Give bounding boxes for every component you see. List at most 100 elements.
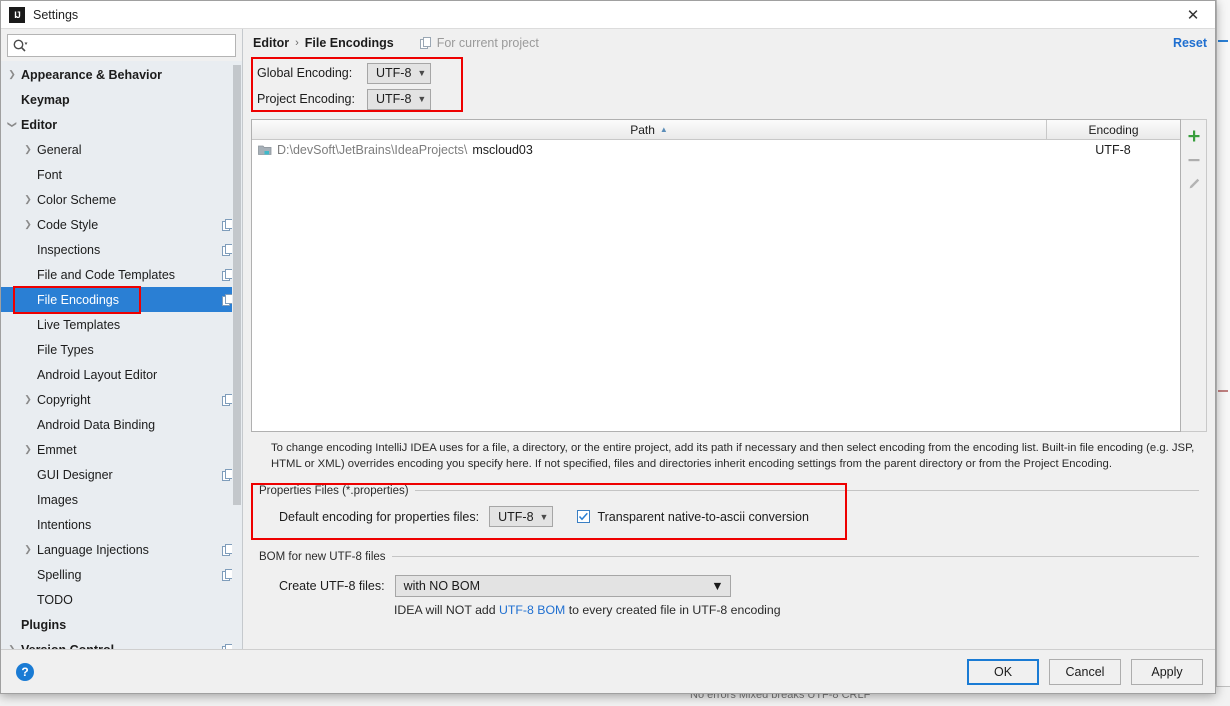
sidebar-item-intentions[interactable]: Intentions (1, 512, 242, 537)
sidebar-item-label: Android Layout Editor (37, 367, 158, 382)
sidebar-item-label: Version Control (21, 643, 114, 650)
sidebar-item-label: Font (37, 167, 63, 182)
chevron-right-icon[interactable]: ❯ (3, 70, 21, 79)
for-current-project-label: For current project (419, 36, 539, 50)
chevron-right-icon[interactable]: ❯ (19, 220, 37, 229)
table-cell-encoding[interactable]: UTF-8 (1046, 143, 1180, 157)
search-input[interactable] (30, 38, 231, 53)
sidebar-item-spelling[interactable]: Spelling (1, 562, 242, 587)
sidebar-item-emmet[interactable]: ❯ Emmet (1, 437, 242, 462)
sidebar-item-label: Inspections (37, 242, 101, 257)
table-header: Path ▲ Encoding (252, 120, 1180, 140)
sidebar-item-version-control[interactable]: ❯Version Control (1, 637, 242, 649)
settings-sidebar: ❯ Appearance & Behavior Keymap ❯ Editor ❯ Gene… (1, 29, 243, 649)
sidebar-item-appearance-behavior[interactable]: ❯ Appearance & Behavior (1, 62, 242, 87)
create-utf8-files-dropdown[interactable]: with NO BOM ▼ (394, 574, 731, 597)
chevron-right-icon[interactable]: ❯ (3, 645, 21, 650)
for-current-project-text: For current project (436, 36, 539, 50)
sidebar-item-general[interactable]: ❯ General (1, 137, 242, 162)
sidebar-item-code-style[interactable]: ❯ Code Style (1, 212, 242, 237)
encodings-description: To change encoding IntelliJ IDEA uses fo… (271, 442, 1195, 471)
sidebar-item-label: Images (37, 492, 78, 507)
sidebar-item-label: GUI Designer (37, 467, 113, 482)
sidebar-item-images[interactable]: Images (1, 487, 242, 512)
sidebar-item-language-injections[interactable]: ❯ Language Injections (1, 537, 242, 562)
chevron-right-icon[interactable]: ❯ (19, 395, 37, 404)
project-encoding-dropdown[interactable]: UTF-8 ▼ (367, 88, 432, 110)
sidebar-item-inspections[interactable]: Inspections (1, 237, 242, 262)
table-toolbar (1181, 119, 1207, 432)
breadcrumb-root[interactable]: Editor (253, 36, 289, 50)
default-properties-encoding-label: Default encoding for properties files: (279, 509, 480, 524)
ok-button[interactable]: OK (967, 658, 1039, 685)
chevron-down-icon[interactable]: ❯ (8, 116, 18, 134)
bom-controls: Create UTF-8 files: with NO BOM ▼ (251, 571, 1207, 601)
properties-controls: Default encoding for properties files: U… (251, 499, 1207, 535)
sidebar-item-editor[interactable]: ❯ Editor (1, 112, 242, 137)
search-container (1, 29, 242, 61)
bom-note-link[interactable]: UTF-8 BOM (499, 603, 565, 617)
pencil-icon (1189, 178, 1199, 189)
column-header-encoding[interactable]: Encoding (1046, 120, 1180, 139)
sort-ascending-icon: ▲ (659, 125, 668, 134)
bom-group-title-row: BOM for new UTF-8 files (251, 549, 1207, 565)
search-box[interactable] (7, 34, 236, 57)
close-icon[interactable]: ✕ (1171, 1, 1215, 28)
settings-tree-items: ❯ Appearance & Behavior Keymap ❯ Editor ❯ Gene… (1, 62, 242, 649)
sidebar-item-android-layout-editor[interactable]: Android Layout Editor (1, 362, 242, 387)
transparent-conversion-label: Transparent native-to-ascii conversion (597, 509, 809, 524)
bom-note-prefix: IDEA will NOT add (394, 602, 500, 617)
sidebar-item-file-and-code-templates[interactable]: File and Code Templates (1, 262, 242, 287)
sidebar-item-label: Intentions (37, 517, 92, 532)
default-properties-encoding-dropdown[interactable]: UTF-8 ▼ (489, 506, 554, 528)
create-utf8-files-label: Create UTF-8 files: (279, 578, 385, 593)
column-header-path[interactable]: Path ▲ (252, 120, 1046, 139)
sidebar-item-font[interactable]: Font (1, 162, 242, 187)
bom-group-title: BOM for new UTF-8 files (259, 550, 386, 563)
sidebar-item-file-encodings[interactable]: File Encodings (1, 286, 242, 314)
sidebar-item-label: File Types (37, 342, 94, 357)
intellij-idea-icon: IJ (9, 6, 25, 23)
chevron-right-icon[interactable]: ❯ (19, 545, 37, 554)
background-marker (1218, 40, 1228, 42)
cancel-button[interactable]: Cancel (1049, 658, 1121, 685)
checkmark-icon (579, 512, 589, 521)
sidebar-item-color-scheme[interactable]: ❯ Color Scheme (1, 187, 242, 212)
sidebar-item-live-templates[interactable]: Live Templates (1, 312, 242, 337)
transparent-conversion-checkbox-row[interactable]: Transparent native-to-ascii conversion (577, 509, 809, 524)
transparent-conversion-checkbox[interactable] (577, 510, 591, 524)
chevron-down-icon: ▼ (417, 68, 427, 78)
sidebar-item-file-types[interactable]: File Types (1, 337, 242, 362)
help-button[interactable]: ? (16, 662, 34, 681)
minus-icon (1188, 159, 1199, 162)
column-header-encoding-label: Encoding (1088, 122, 1139, 137)
settings-tree: ❯ Appearance & Behavior Keymap ❯ Editor ❯ Gene… (1, 61, 242, 649)
sidebar-item-gui-designer[interactable]: GUI Designer (1, 462, 242, 487)
sidebar-item-plugins[interactable]: Plugins (1, 612, 242, 637)
sidebar-item-copyright[interactable]: ❯ Copyright (1, 387, 242, 412)
reset-link[interactable]: Reset (1173, 36, 1207, 50)
table-cell-path-prefix: D:\devSoft\JetBrains\IdeaProjects\ (277, 142, 468, 157)
chevron-down-icon: ▼ (711, 578, 724, 593)
sidebar-scrollbar[interactable] (232, 61, 242, 649)
chevron-right-icon[interactable]: ❯ (19, 145, 37, 154)
chevron-right-icon[interactable]: ❯ (19, 195, 37, 204)
chevron-right-icon[interactable]: ❯ (19, 445, 37, 454)
sidebar-item-label: Android Data Binding (37, 417, 156, 432)
bom-note: IDEA will NOT add UTF-8 BOM to every cre… (251, 603, 1207, 617)
global-encoding-dropdown[interactable]: UTF-8 ▼ (367, 62, 432, 84)
project-encoding-value: UTF-8 (376, 92, 412, 106)
table-row[interactable]: D:\devSoft\JetBrains\IdeaProjects\ msclou… (252, 140, 1180, 159)
background-editor-scrollbar (1216, 0, 1230, 686)
global-encoding-value: UTF-8 (376, 66, 412, 80)
edit-path-button[interactable] (1182, 172, 1206, 196)
encodings-table: Path ▲ Encoding D:\devSoft\JetBrains\Ide… (251, 119, 1181, 432)
breadcrumb-separator: › (295, 37, 299, 49)
apply-button[interactable]: Apply (1131, 658, 1203, 685)
remove-path-button[interactable] (1182, 148, 1206, 172)
sidebar-item-todo[interactable]: TODO (1, 587, 242, 612)
sidebar-scrollbar-thumb[interactable] (233, 65, 241, 505)
add-path-button[interactable] (1182, 124, 1206, 148)
sidebar-item-android-data-binding[interactable]: Android Data Binding (1, 412, 242, 437)
sidebar-item-keymap[interactable]: Keymap (1, 87, 242, 112)
